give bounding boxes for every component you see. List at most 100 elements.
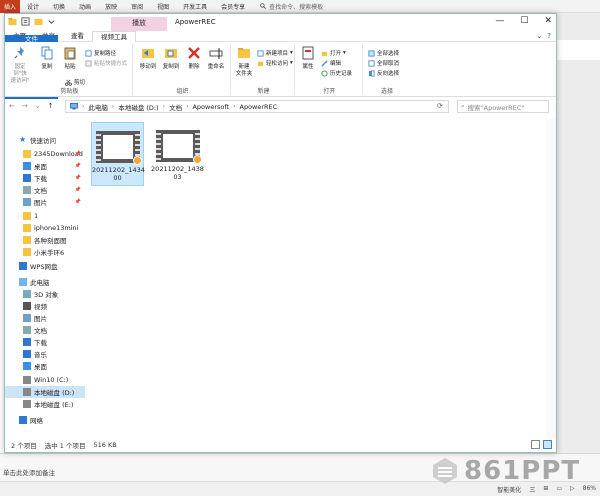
nav-item[interactable]: iphone13mini — [5, 222, 85, 234]
paste-label: 粘贴 — [64, 64, 76, 70]
nav-item[interactable]: 下载 — [5, 336, 85, 348]
chevron-down-icon[interactable]: ⌄ — [35, 102, 41, 110]
ppt-tab[interactable]: 切换 — [46, 2, 72, 11]
nav-item[interactable]: 文档 — [5, 324, 85, 336]
paste-button[interactable]: 粘贴 — [59, 46, 81, 71]
scissors-icon — [65, 79, 72, 86]
vertical-scrollbar[interactable] — [546, 118, 556, 438]
move-to-button[interactable]: 移动到 — [137, 46, 159, 71]
search-input[interactable]: ⌕ 搜索"ApowerREC" — [457, 100, 549, 113]
maximize-button[interactable]: ☐ — [520, 16, 528, 26]
nav-item[interactable]: 此电脑 — [5, 276, 85, 288]
nav-item[interactable]: 音乐 — [5, 348, 85, 360]
forward-arrow-icon[interactable]: → — [22, 102, 28, 110]
clipboard-group: 固定到"快 速访问" 复制 粘贴 复制路径 粘贴快捷方式 剪切 剪贴板 — [7, 44, 133, 95]
status-item[interactable]: 智能美化 — [497, 485, 521, 494]
status-item[interactable]: 三 — [529, 485, 535, 494]
status-item[interactable]: ⊞ — [543, 485, 548, 494]
ppt-tab[interactable]: 动画 — [72, 2, 98, 11]
status-item[interactable]: ▷ — [570, 485, 575, 494]
ppt-tab[interactable]: 开发工具 — [176, 2, 214, 11]
copy-button[interactable]: 复制 — [36, 46, 58, 71]
address-bar[interactable]: › 此电脑 › 本地磁盘 (D:) › 文档 › Apowersoft › Ap… — [65, 100, 449, 113]
ppt-tab-insert[interactable]: 插入 — [0, 0, 21, 13]
new-item-button[interactable]: 新建项目 ▾ — [257, 49, 293, 57]
nav-item[interactable]: 桌面 📌 — [5, 160, 85, 172]
delete-button[interactable]: 删除 — [183, 46, 205, 71]
move-to-label: 移动到 — [139, 64, 157, 70]
cut-button[interactable]: 剪切 — [65, 78, 85, 86]
nav-item[interactable]: 1 — [5, 210, 85, 222]
file-item[interactable]: 20211202_1438 03 — [151, 122, 204, 186]
nav-item[interactable]: 各种刻面图 — [5, 234, 85, 246]
download-icon — [23, 338, 31, 346]
ppt-ribbon-tabs: 插入 设计 切换 动画 放映 审阅 视图 开发工具 会员专享 查找命令、搜索模板 — [0, 0, 600, 13]
chevron-down-icon[interactable] — [47, 17, 56, 26]
select-none-button[interactable]: 全部取消 — [368, 59, 399, 67]
copy-to-button[interactable]: 复制到 — [160, 46, 182, 71]
breadcrumb-item[interactable]: Apowersoft — [192, 103, 229, 111]
select-all-button[interactable]: 全部选择 — [368, 49, 399, 57]
tab-video-tools[interactable]: 视频工具 — [92, 30, 136, 42]
breadcrumb-item[interactable]: 本地磁盘 (D:) — [118, 102, 158, 112]
invert-selection-button[interactable]: 反向选择 — [368, 69, 399, 77]
properties-button[interactable]: 属性 — [297, 46, 319, 71]
nav-item[interactable]: 3D 对象 — [5, 288, 85, 300]
pin-label: 固定到"快 速访问" — [10, 64, 30, 84]
nav-item[interactable]: Win10 (C:) — [5, 374, 85, 386]
selection-size: 516 KB — [93, 440, 117, 449]
rename-button[interactable]: 重命名 — [205, 46, 227, 71]
chevron-down-icon[interactable]: ⌄ — [536, 32, 542, 40]
nav-item[interactable]: 下载 📌 — [5, 172, 85, 184]
nav-item[interactable]: 图片 — [5, 312, 85, 324]
tab-view[interactable]: 查看 — [63, 31, 92, 42]
new-folder-button[interactable]: 新建 文件夹 — [233, 46, 255, 78]
zoom-level[interactable]: 86% — [583, 485, 596, 494]
select-group-label: 选择 — [380, 88, 393, 95]
breadcrumb-item[interactable]: 此电脑 — [88, 102, 108, 112]
properties-icon[interactable] — [21, 17, 30, 26]
nav-item[interactable]: WPS网盘 — [5, 260, 85, 272]
nav-item[interactable]: 文档 📌 — [5, 184, 85, 196]
nav-item[interactable]: 图片 📌 — [5, 196, 85, 208]
help-icon[interactable]: ? — [547, 32, 551, 40]
nav-item[interactable]: 桌面 — [5, 360, 85, 372]
edit-button[interactable]: 编辑 — [321, 59, 341, 67]
history-button[interactable]: 历史记录 — [321, 69, 352, 77]
nav-item[interactable]: 网络 — [5, 414, 85, 426]
nav-item[interactable]: 小米手环6 — [5, 246, 85, 258]
nav-item[interactable]: 视频 — [5, 300, 85, 312]
ppt-tab[interactable]: 设计 — [20, 2, 46, 11]
up-arrow-icon[interactable]: ↑ — [48, 102, 54, 110]
refresh-icon[interactable]: ⟳ — [437, 102, 443, 110]
pin-quick-access-button[interactable]: 固定到"快 速访问" — [9, 46, 31, 85]
minimize-button[interactable]: — — [495, 16, 504, 26]
file-item[interactable]: 20211202_1434 00 — [91, 122, 145, 186]
close-button[interactable]: ✕ — [544, 16, 552, 26]
ppt-search[interactable]: 查找命令、搜索模板 — [260, 2, 323, 11]
easy-access-button[interactable]: 轻松访问 ▾ — [257, 59, 293, 67]
ppt-tab[interactable]: 视图 — [150, 2, 176, 11]
paste-shortcut-button[interactable]: 粘贴快捷方式 — [85, 59, 127, 67]
breadcrumb-item[interactable]: 文档 — [169, 102, 182, 112]
copy-path-button[interactable]: 复制路径 — [85, 49, 116, 57]
nav-item[interactable]: 本地磁盘 (E:) — [5, 398, 85, 410]
large-icons-view-button[interactable] — [543, 440, 552, 449]
open-button[interactable]: 打开 ▾ — [321, 49, 346, 57]
video-icon — [23, 302, 31, 310]
nav-item-label: iphone13mini — [34, 224, 79, 232]
nav-item[interactable]: 2345Download 📌 — [5, 148, 85, 160]
select-none-label: 全部取消 — [377, 61, 400, 67]
breadcrumb-item[interactable]: ApowerREC — [240, 103, 278, 111]
ppt-tab[interactable]: 放映 — [98, 2, 124, 11]
ppt-tab[interactable]: 审阅 — [124, 2, 150, 11]
new-folder-icon[interactable] — [34, 17, 43, 26]
nav-item[interactable]: 本地磁盘 (D:) — [5, 386, 85, 398]
invert-selection-label: 反向选择 — [377, 71, 400, 77]
nav-item[interactable]: ★ 快速访问 — [5, 134, 85, 146]
status-item[interactable]: ▭ — [556, 485, 562, 494]
details-view-button[interactable] — [531, 440, 540, 449]
ppt-tab[interactable]: 会员专享 — [214, 2, 252, 11]
star-icon: ★ — [19, 135, 27, 144]
back-arrow-icon[interactable]: ← — [9, 102, 15, 110]
